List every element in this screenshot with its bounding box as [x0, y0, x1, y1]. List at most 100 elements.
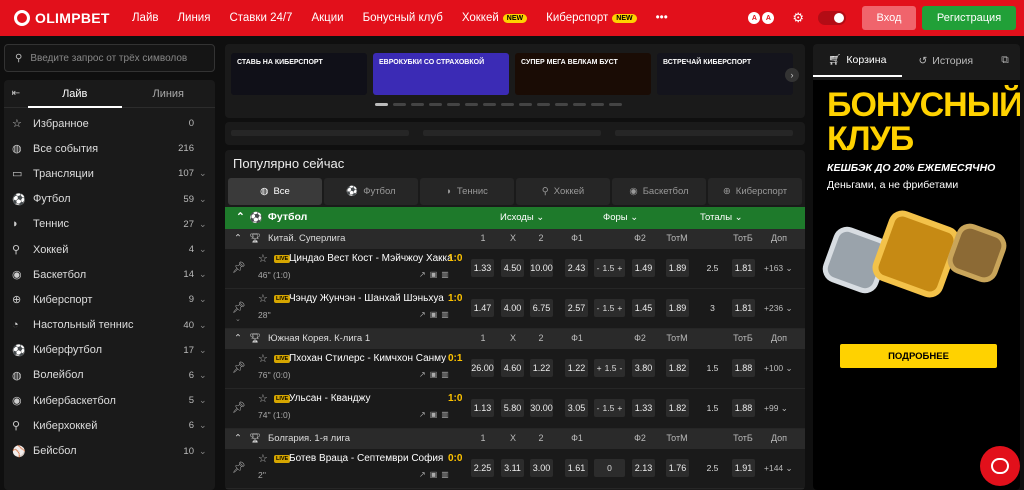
odds-button[interactable]: 1.89 — [666, 299, 689, 317]
more-markets[interactable]: +100 ⌄ — [764, 363, 793, 374]
odds-button[interactable]: 4.50 — [501, 259, 524, 277]
tab-history[interactable]: ↺ История — [902, 44, 991, 77]
odds-button[interactable]: 6.75 — [530, 299, 553, 317]
odds-button[interactable]: 30.00 — [530, 399, 553, 417]
sport-tab[interactable]: ◗ Теннис — [420, 178, 514, 205]
star-icon[interactable]: ☆ — [258, 292, 268, 305]
chart-icon[interactable]: ▥ — [441, 310, 449, 319]
odds-button[interactable]: 1.45 — [632, 299, 655, 317]
nav-item-4[interactable]: Бонусный клуб — [363, 12, 443, 24]
stats-icon[interactable]: ↗ — [419, 410, 426, 419]
odds-button[interactable]: 4.00 — [501, 299, 524, 317]
sport-tab[interactable]: ◍ Все — [228, 178, 322, 205]
odds-button[interactable]: 2.13 — [632, 459, 655, 477]
nav-item-1[interactable]: Линия — [177, 12, 210, 24]
promo-banner[interactable]: ЕВРОКУБКИ СО СТРАХОВКОЙ — [373, 53, 509, 95]
odds-button[interactable]: 26.00 — [471, 359, 494, 377]
match-teams[interactable]: Ульсан - Кванджу — [289, 393, 370, 404]
promo-more-button[interactable]: ПОДРОБНЕЕ — [840, 344, 997, 368]
handicaps-dropdown[interactable]: Форы ⌄ — [603, 212, 638, 223]
chevron-up-icon[interactable]: ⌃ — [234, 233, 242, 244]
tv-icon[interactable]: ▣ — [430, 470, 438, 479]
sidebar-item[interactable]: ◗ Теннис 27 ⌄ — [4, 212, 215, 237]
match-teams[interactable]: Чэнду Жунчэн - Шанхай Шэньхуа — [289, 293, 444, 304]
odds-button[interactable]: 1.82 — [666, 359, 689, 377]
chevron-up-icon[interactable]: ⌃ — [234, 333, 242, 344]
sport-tab[interactable]: ⊕ Киберспорт — [708, 178, 802, 205]
chevron-down-icon[interactable]: ⌄ — [199, 244, 207, 255]
match-row[interactable]: 📌︎ ☆ LIVE Пхохан Стилерс - Кимчхон Санму 0:1… — [225, 349, 805, 389]
odds-button[interactable]: 1.89 — [666, 259, 689, 277]
nav-item-0[interactable]: Лайв — [132, 12, 158, 24]
chart-icon[interactable]: ▥ — [441, 370, 449, 379]
odds-button[interactable]: 1.91 — [732, 459, 755, 477]
sidebar-item[interactable]: ⚲ Хоккей 4 ⌄ — [4, 237, 215, 262]
match-row[interactable]: 📌︎ ☆ LIVE Ульсан - Кванджу 1:0 74'' (1:0) ↗ ▣ ▥ 1… — [225, 389, 805, 429]
stats-icon[interactable]: ↗ — [419, 270, 426, 279]
nav-item-2[interactable]: Ставки 24/7 — [229, 12, 292, 24]
sidebar-item[interactable]: ◉ Баскетбол 14 ⌄ — [4, 262, 215, 287]
tv-icon[interactable]: ▣ — [430, 310, 438, 319]
pin-icon[interactable]: 📌︎ — [232, 301, 246, 314]
odds-button[interactable]: 1.13 — [471, 399, 494, 417]
more-markets[interactable]: +144 ⌄ — [764, 463, 793, 474]
league-header[interactable]: ⌃ 🏆︎ Китай. Суперлига 1 X 2 Ф1 Ф2 ТотМ ТотБ Доп — [225, 229, 805, 249]
font-size-switch[interactable]: AA — [748, 12, 775, 24]
star-icon[interactable]: ☆ — [258, 452, 268, 465]
odds-button[interactable]: 2.25 — [471, 459, 494, 477]
login-button[interactable]: Вход — [862, 6, 916, 30]
odds-button[interactable]: 1.49 — [632, 259, 655, 277]
match-teams[interactable]: Пхохан Стилерс - Кимчхон Санму — [289, 353, 446, 364]
register-button[interactable]: Регистрация — [922, 6, 1016, 30]
chevron-down-icon[interactable]: ⌄ — [199, 168, 207, 179]
odds-button[interactable]: 2.57 — [565, 299, 588, 317]
odds-button[interactable]: 1.33 — [471, 259, 494, 277]
chart-icon[interactable]: ▥ — [441, 410, 449, 419]
promo-banner[interactable]: СУПЕР МЕГА ВЕЛКАМ БУСТ — [515, 53, 651, 95]
star-icon[interactable]: ☆ — [258, 252, 268, 265]
sport-tab[interactable]: ⚽ Футбол — [324, 178, 418, 205]
chevron-down-icon[interactable]: ⌄ — [199, 395, 207, 406]
sidebar-item[interactable]: ⚽ Киберфутбол 17 ⌄ — [4, 338, 215, 363]
tv-icon[interactable]: ▣ — [430, 370, 438, 379]
odds-button[interactable]: 1.61 — [565, 459, 588, 477]
odds-button[interactable]: 1.88 — [732, 359, 755, 377]
odds-button[interactable]: 1.76 — [666, 459, 689, 477]
more-markets[interactable]: +163 ⌄ — [764, 263, 793, 274]
odds-button[interactable]: 4.60 — [501, 359, 524, 377]
outcomes-dropdown[interactable]: Исходы ⌄ — [500, 212, 544, 223]
chart-icon[interactable]: ▥ — [441, 470, 449, 479]
odds-button[interactable]: 1.81 — [732, 259, 755, 277]
match-teams[interactable]: Циндао Вест Кост - Мэйчжоу Хакка — [289, 253, 453, 264]
sport-header-football[interactable]: ⌃ ⚽ Футбол Исходы ⌄ Форы ⌄ Тоталы ⌄ — [225, 207, 805, 229]
chevron-up-icon[interactable]: ⌃ — [234, 433, 242, 444]
sidebar-item[interactable]: ⊕ Киберспорт 9 ⌄ — [4, 287, 215, 312]
carousel-dots[interactable] — [375, 103, 622, 106]
star-icon[interactable]: ☆ — [258, 392, 268, 405]
expand-icon[interactable]: ⧉ — [990, 54, 1020, 67]
odds-button[interactable]: 5.80 — [501, 399, 524, 417]
totals-dropdown[interactable]: Тоталы ⌄ — [700, 212, 743, 223]
collapse-icon[interactable]: ⇤ — [4, 88, 28, 99]
sidebar-item[interactable]: ⚾ Бейсбол 10 ⌄ — [4, 438, 215, 463]
stats-icon[interactable]: ↗ — [419, 370, 426, 379]
tab-live[interactable]: Лайв — [28, 80, 122, 108]
chevron-down-icon[interactable]: ⌄ — [199, 294, 207, 305]
promo-banner[interactable]: СТАВЬ НА КИБЕРСПОРТ — [231, 53, 367, 95]
odds-button[interactable]: 10.00 — [530, 259, 553, 277]
match-row[interactable]: 📌︎ ☆ LIVE Циндао Вест Кост - Мэйчжоу Хакка 1… — [225, 249, 805, 289]
stats-icon[interactable]: ↗ — [419, 310, 426, 319]
chevron-down-icon[interactable]: ⌄ — [199, 345, 207, 356]
match-row[interactable]: 📌︎ ☆ LIVE Чэнду Жунчэн - Шанхай Шэньхуа 1:0 2… — [225, 289, 805, 329]
chevron-down-icon[interactable]: ⌄ — [199, 219, 207, 230]
pin-icon[interactable]: 📌︎ — [232, 361, 246, 374]
sport-tab[interactable]: ⚲ Хоккей — [516, 178, 610, 205]
odds-button[interactable]: 1.88 — [732, 399, 755, 417]
more-markets[interactable]: +99 ⌄ — [764, 403, 788, 414]
pin-icon[interactable]: 📌︎ — [232, 401, 246, 414]
odds-button[interactable]: 3.11 — [501, 459, 524, 477]
chevron-down-icon[interactable]: ⌄ — [199, 320, 207, 331]
nav-item-7[interactable]: ••• — [656, 12, 668, 24]
chevron-down-icon[interactable]: ⌄ — [199, 370, 207, 381]
match-teams[interactable]: Ботев Враца - Септември София — [289, 453, 443, 464]
